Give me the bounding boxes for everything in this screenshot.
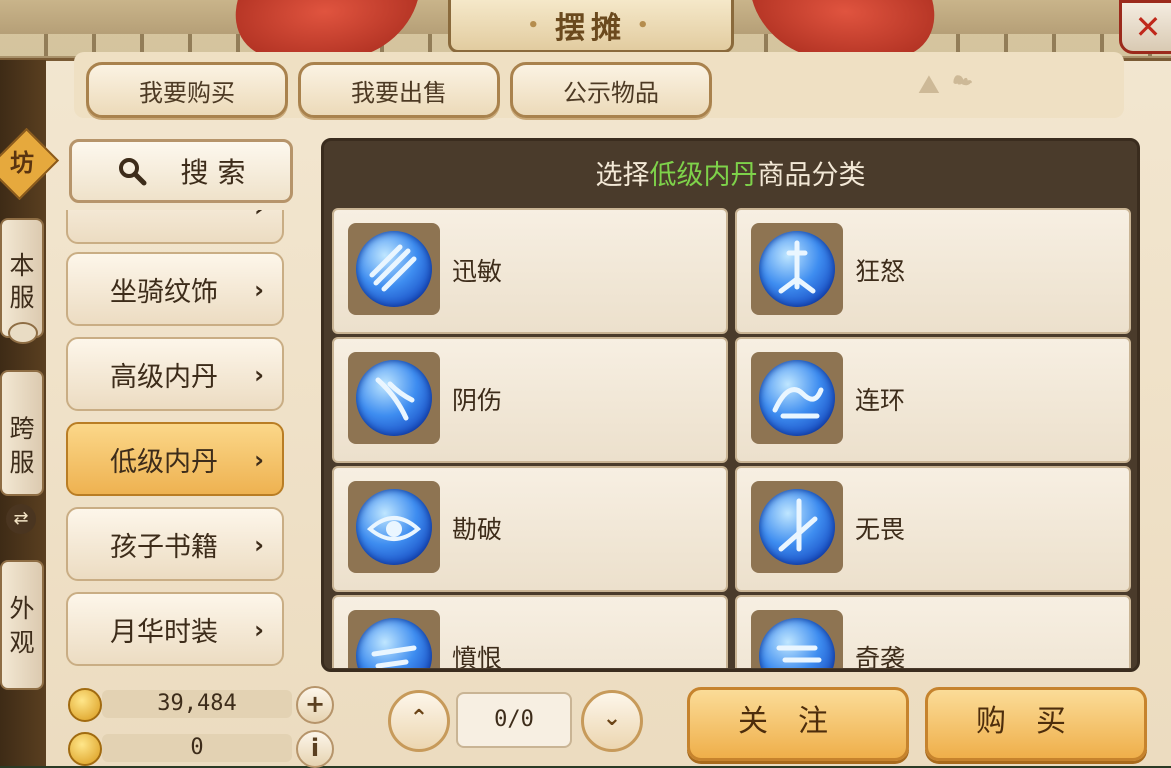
- item-label: 连环: [855, 386, 906, 415]
- item-card[interactable]: 勘破: [332, 466, 728, 592]
- item-label: 勘破: [452, 515, 503, 544]
- item-label: 狂怒: [855, 257, 906, 286]
- chevron-right-icon: ›: [254, 210, 264, 222]
- item-card[interactable]: 狂怒: [735, 208, 1131, 334]
- info-button[interactable]: i: [296, 730, 334, 768]
- item-label: 无畏: [855, 515, 906, 544]
- gold-coin-amount: 39,484: [102, 690, 292, 718]
- side-tab-cross-server[interactable]: 跨服: [0, 370, 44, 496]
- category-list[interactable]: › 坐骑纹饰 › 高级内丹 › 低级内丹 › 孩子书籍 › 月华时装 ›: [62, 210, 294, 672]
- category-label: 坐骑纹饰: [110, 276, 218, 308]
- chevron-right-icon: ›: [254, 446, 264, 474]
- shop-emblem-label: 坊: [10, 149, 34, 177]
- item-card[interactable]: 阴伤: [332, 337, 728, 463]
- panel-header-suffix: 商品分类: [757, 159, 866, 191]
- item-panel: 选择 低级内丹 商品分类 迅敏 狂怒 阴伤 连环 勘破 无畏 憤恨 奇袭: [321, 138, 1140, 672]
- item-card[interactable]: 无畏: [735, 466, 1131, 592]
- tab-public-items[interactable]: 公示物品: [510, 62, 712, 118]
- sword-burst-icon: [759, 231, 835, 307]
- tab-buy[interactable]: 我要购买: [86, 62, 288, 118]
- side-tab-label: 外观: [9, 594, 35, 657]
- chevron-down-icon: ⌄: [602, 706, 622, 731]
- search-button[interactable]: 搜 索: [69, 139, 293, 203]
- panel-header: 选择 低级内丹 商品分类: [324, 141, 1137, 203]
- chevron-right-icon: ›: [254, 616, 264, 644]
- category-item[interactable]: 孩子书籍 ›: [66, 507, 284, 581]
- search-label: 搜 索: [180, 156, 246, 189]
- category-item[interactable]: 月华时装 ›: [66, 592, 284, 666]
- buy-button[interactable]: 购买: [925, 687, 1147, 761]
- page-indicator: 0/0: [456, 692, 572, 748]
- item-label: 憤恨: [452, 644, 503, 668]
- side-tab-appearance[interactable]: 外观: [0, 560, 44, 690]
- dash-icon: [759, 618, 835, 668]
- add-currency-button[interactable]: +: [296, 686, 334, 724]
- claw-slash-icon: [356, 231, 432, 307]
- chevron-right-icon: ›: [254, 276, 264, 304]
- item-icon-frame: [751, 481, 843, 573]
- category-item-selected[interactable]: 低级内丹 ›: [66, 422, 284, 496]
- category-item-partial[interactable]: ›: [66, 210, 284, 244]
- category-item[interactable]: 高级内丹 ›: [66, 337, 284, 411]
- category-label: 低级内丹: [110, 446, 218, 478]
- category-item[interactable]: 坐骑纹饰 ›: [66, 252, 284, 326]
- item-label: 奇袭: [855, 644, 906, 668]
- follow-button[interactable]: 关注: [687, 687, 909, 761]
- page-up-button[interactable]: ⌃: [388, 690, 450, 752]
- bound-coin-amount: 0: [102, 734, 292, 762]
- swirl-wave-icon: [759, 360, 835, 436]
- item-icon-frame: [751, 223, 843, 315]
- item-card[interactable]: 奇袭: [735, 595, 1131, 668]
- item-icon-frame: [751, 352, 843, 444]
- side-tab-label: 跨服: [9, 414, 35, 477]
- spear-icon: [759, 489, 835, 565]
- item-card[interactable]: 憤恨: [332, 595, 728, 668]
- category-label: 月华时装: [110, 616, 218, 648]
- side-tab-label: 本服: [9, 251, 35, 312]
- panel-header-prefix: 选择: [595, 159, 650, 191]
- gold-coin-row: 39,484 +: [68, 686, 334, 724]
- bound-coin-row: 0 i: [68, 730, 334, 768]
- window-title: • 摆摊 •: [448, 0, 734, 53]
- feather-blade-icon: [356, 360, 432, 436]
- ink-painting-decoration: ⛰ ☁: [918, 70, 975, 100]
- stall-window: • 摆摊 • ✕ 我要购买 我要出售 公示物品 ⛰ ☁ 坊 本服 跨服 ⇄ 外观…: [0, 0, 1171, 768]
- item-grid[interactable]: 迅敏 狂怒 阴伤 连环 勘破 无畏 憤恨 奇袭: [332, 208, 1132, 668]
- chevron-up-icon: ⌃: [409, 706, 429, 731]
- close-button[interactable]: ✕: [1119, 0, 1171, 54]
- page-down-button[interactable]: ⌄: [581, 690, 643, 752]
- item-icon-frame: [348, 223, 440, 315]
- bound-coin-icon: [68, 732, 102, 766]
- category-label: 孩子书籍: [110, 531, 218, 563]
- side-tab-local-server[interactable]: 本服: [0, 218, 44, 338]
- window-title-text: 摆摊: [555, 11, 627, 46]
- item-icon-frame: [348, 352, 440, 444]
- fist-icon: [356, 618, 432, 668]
- side-separator: [8, 322, 38, 344]
- item-icon-frame: [348, 481, 440, 573]
- category-label: 高级内丹: [110, 361, 218, 393]
- panel-header-highlight: 低级内丹: [649, 159, 758, 191]
- tab-sell[interactable]: 我要出售: [298, 62, 500, 118]
- item-label: 迅敏: [452, 257, 503, 286]
- search-icon: [118, 158, 147, 186]
- item-icon-frame: [348, 610, 440, 668]
- eye-icon: [356, 489, 432, 565]
- swap-icon[interactable]: ⇄: [6, 504, 36, 534]
- chevron-right-icon: ›: [254, 531, 264, 559]
- close-icon: ✕: [1134, 8, 1162, 46]
- item-card[interactable]: 连环: [735, 337, 1131, 463]
- item-card[interactable]: 迅敏: [332, 208, 728, 334]
- gold-coin-icon: [68, 688, 102, 722]
- item-icon-frame: [751, 610, 843, 668]
- chevron-right-icon: ›: [254, 361, 264, 389]
- item-label: 阴伤: [452, 386, 503, 415]
